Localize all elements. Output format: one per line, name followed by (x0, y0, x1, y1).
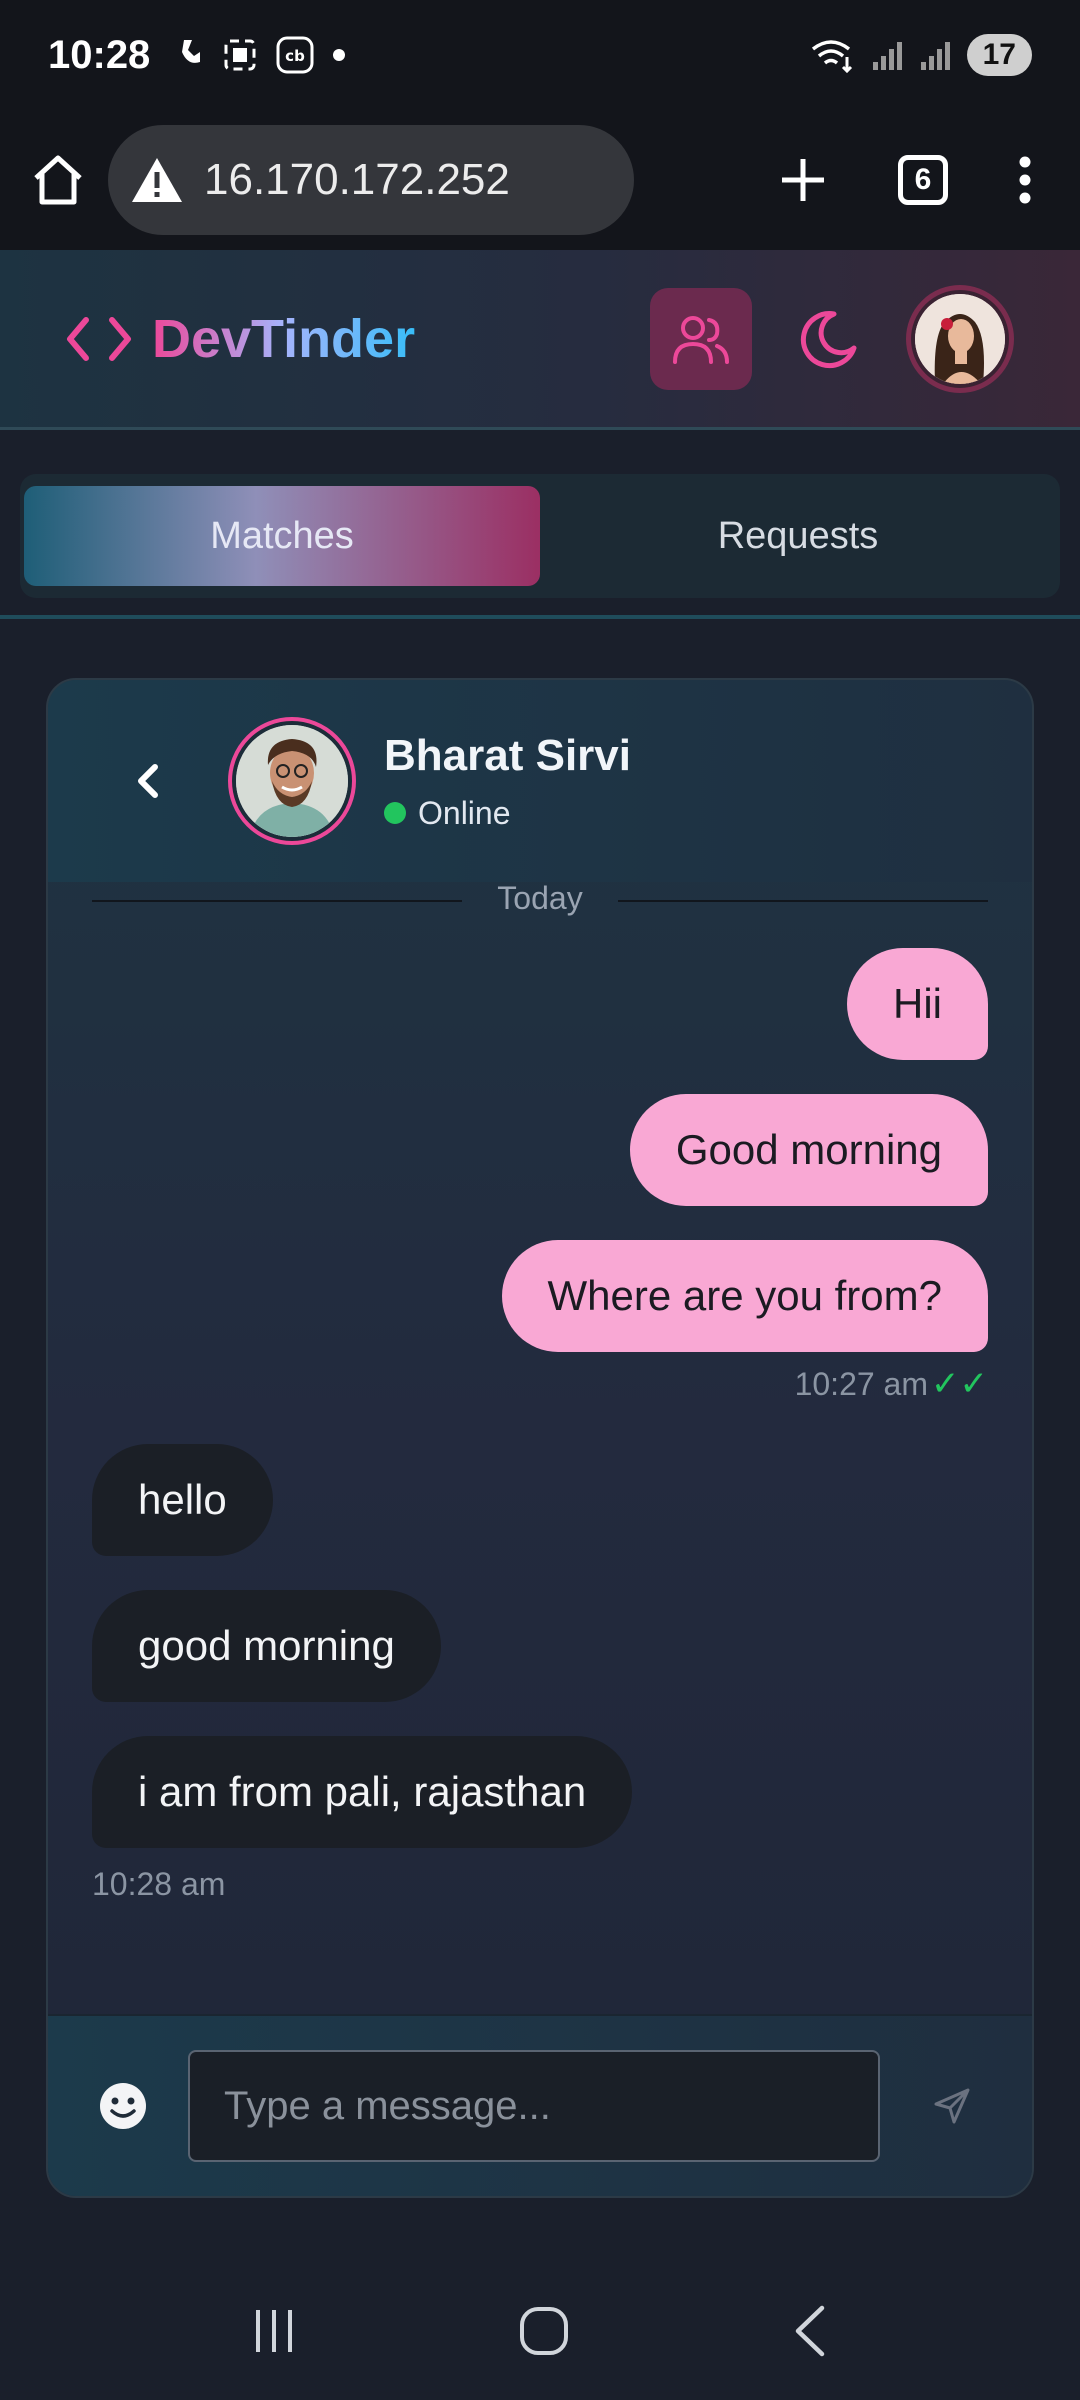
status-text: Online (418, 794, 511, 831)
logo[interactable]: DevTinder (66, 308, 415, 370)
tab-matches[interactable]: Matches (24, 486, 540, 586)
status-right-icons: 17 (811, 34, 1032, 76)
status-bar: 10:28 cb 17 (0, 0, 1080, 110)
contact-name: Bharat Sirvi (384, 730, 631, 780)
screenshot-icon (222, 37, 258, 73)
divider (618, 900, 988, 902)
sent-message[interactable]: Good morning (629, 1094, 988, 1206)
dot-icon (332, 48, 346, 62)
sent-message[interactable]: Hii (847, 948, 988, 1060)
cb-app-icon: cb (276, 36, 314, 74)
compose-bar (48, 2014, 1032, 2196)
received-message[interactable]: i am from pali, rajasthan (92, 1736, 633, 1848)
back-nav-icon[interactable] (790, 2304, 830, 2358)
chat-header: Bharat Sirvi Online (48, 680, 1032, 882)
read-receipt-icon: ✓✓ (931, 1365, 988, 1403)
signal-icon (919, 38, 953, 72)
status-left-icons: cb (178, 36, 346, 74)
users-icon (671, 312, 731, 366)
contact-avatar[interactable] (228, 717, 356, 845)
avatar (236, 725, 348, 837)
sent-timestamp: 10:27 am (794, 1366, 928, 1402)
received-timestamp: 10:28 am (92, 1866, 226, 1902)
battery-indicator: 17 (966, 34, 1032, 76)
connections-button[interactable] (650, 287, 752, 390)
message-input[interactable] (188, 2050, 881, 2162)
chevron-left-icon (133, 761, 163, 801)
user-avatar[interactable] (906, 284, 1014, 393)
message-list: Hii Good morning Where are you from? 10:… (48, 922, 1032, 1986)
divider (0, 615, 1080, 619)
day-separator: Today (92, 880, 988, 922)
svg-text:cb: cb (285, 47, 305, 65)
system-nav-bar (0, 2262, 1080, 2400)
contact-info: Bharat Sirvi Online (384, 731, 631, 832)
signal-icon (871, 38, 905, 72)
chat-window: Bharat Sirvi Online Today Hii Good morni… (46, 678, 1034, 2198)
online-indicator-icon (384, 802, 406, 824)
received-message[interactable]: good morning (92, 1590, 441, 1702)
browser-actions: 6 (778, 155, 1052, 205)
emoji-icon[interactable] (98, 2081, 148, 2131)
new-tab-icon[interactable] (778, 155, 828, 205)
browser-bar: 16.170.172.252 6 (0, 110, 1080, 250)
tab-bar: Matches Requests (20, 474, 1060, 598)
logo-text: DevTinder (152, 308, 416, 369)
day-label: Today (497, 880, 583, 916)
recent-apps-icon[interactable] (250, 2306, 298, 2356)
send-icon (932, 2086, 972, 2126)
contact-status: Online (384, 795, 631, 832)
status-time: 10:28 (48, 32, 151, 77)
header-actions (650, 284, 1014, 393)
url-text[interactable]: 16.170.172.252 (204, 155, 510, 205)
tab-count-button[interactable]: 6 (898, 155, 948, 205)
home-icon[interactable] (28, 150, 88, 210)
call-forward-icon (178, 36, 204, 74)
back-button[interactable] (118, 751, 178, 811)
sent-message[interactable]: Where are you from? (501, 1240, 988, 1352)
home-nav-icon[interactable] (518, 2305, 570, 2357)
menu-icon[interactable] (1018, 155, 1032, 205)
address-bar[interactable]: 16.170.172.252 (108, 125, 634, 235)
code-brackets-icon (66, 314, 132, 364)
tab-requests[interactable]: Requests (540, 486, 1056, 586)
avatar (915, 293, 1005, 384)
wifi-icon (811, 37, 857, 73)
received-message[interactable]: hello (92, 1444, 273, 1556)
send-button[interactable] (922, 2076, 982, 2136)
warning-icon[interactable] (130, 156, 184, 204)
app-header: DevTinder (0, 250, 1080, 430)
moon-icon[interactable] (798, 308, 860, 370)
